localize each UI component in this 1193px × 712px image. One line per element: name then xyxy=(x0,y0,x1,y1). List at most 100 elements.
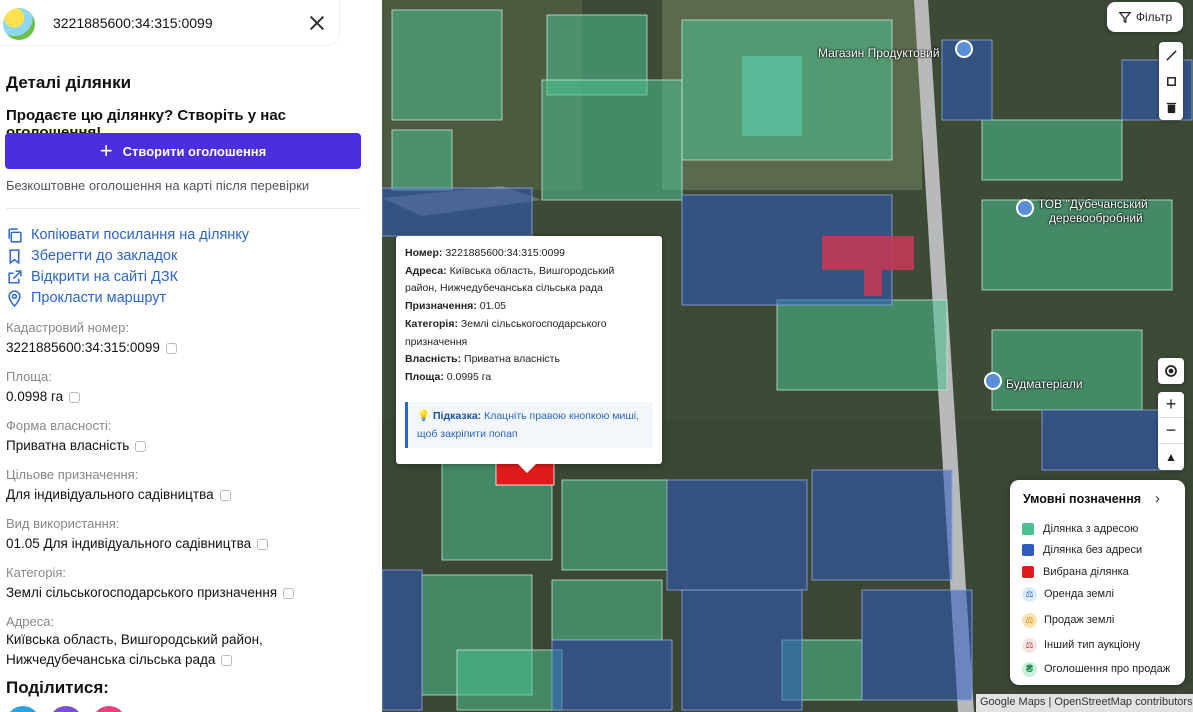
bookmark-label: Зберегти до закладок xyxy=(31,248,178,264)
ownership-value[interactable]: Приватна власність xyxy=(6,436,147,456)
compass-button[interactable]: ▲ xyxy=(1158,444,1184,470)
geolocate-button[interactable] xyxy=(1158,358,1184,384)
hardware-poi-icon[interactable] xyxy=(984,372,1002,390)
poi-bud-label[interactable]: Будматеріали xyxy=(1006,377,1083,391)
popup-ownership-value: Приватна власність xyxy=(464,353,560,366)
popup-purpose-value: 01.05 xyxy=(479,300,507,313)
filter-button[interactable]: Фільтр xyxy=(1107,2,1183,32)
instagram-share-icon[interactable] xyxy=(92,706,126,712)
copy-icon[interactable] xyxy=(283,587,295,599)
red-swatch xyxy=(1022,566,1034,578)
search-bar: 3221885600:34:315:0099 xyxy=(0,0,340,46)
other-auction-icon: ⚖ xyxy=(1022,637,1037,653)
ownership-label: Форма власності: xyxy=(6,418,112,433)
legend-label: Інший тип аукціону xyxy=(1044,639,1141,651)
usage-text: 01.05 Для індивідуального садівництва xyxy=(6,536,252,551)
app-logo[interactable] xyxy=(3,8,35,40)
purpose-value[interactable]: Для індивідуального садівництва xyxy=(6,485,231,505)
cadastral-text: 3221885600:34:315:0099 xyxy=(6,340,160,355)
lightbulb-icon: 💡 xyxy=(417,409,431,422)
popup-category-label: Категорія: xyxy=(405,317,458,330)
usage-label: Вид використання: xyxy=(6,516,120,531)
purpose-label: Цільове призначення: xyxy=(6,467,139,482)
address-value[interactable]: Київська область, Вишгородський район, Н… xyxy=(6,630,263,670)
location-pin-icon xyxy=(8,289,21,307)
legend-title: Умовні позначення xyxy=(1023,492,1142,506)
category-text: Землі сільськогосподарського призначення xyxy=(6,585,278,600)
factory-poi-icon[interactable] xyxy=(1016,199,1034,217)
telegram-share-icon[interactable] xyxy=(6,706,40,712)
popup-hint-label: Підказка: xyxy=(433,409,482,422)
legend-item-without-address: Ділянка без адреси xyxy=(1022,542,1142,558)
legend-label: Ділянка з адресою xyxy=(1043,523,1139,535)
copy-icon[interactable] xyxy=(69,391,81,403)
popup-number-label: Номер: xyxy=(405,247,443,259)
external-link-icon xyxy=(8,269,22,284)
route-action[interactable]: Прокласти маршрут xyxy=(6,288,166,308)
search-input[interactable]: 3221885600:34:315:0099 xyxy=(53,15,213,31)
legend-item-with-address: Ділянка з адресою xyxy=(1022,521,1138,537)
sale-auction-icon: ⚖ xyxy=(1022,612,1037,628)
legend-label: Ділянка без адреси xyxy=(1043,544,1143,556)
popup-ownership-label: Власність: xyxy=(405,353,462,366)
legend-item-listing: ₴ Оголошення про продаж xyxy=(1022,661,1170,677)
popup-hint: 💡 Підказка: Клацніть правою кнопкою миші… xyxy=(405,401,653,448)
copy-icon[interactable] xyxy=(257,538,269,550)
draw-polygon-button[interactable] xyxy=(1159,68,1183,94)
map-attribution[interactable]: Google Maps | OpenStreetMap contributors xyxy=(976,694,1193,712)
zoom-out-button[interactable]: − xyxy=(1158,418,1184,444)
address-line-2: Нижчедубечанська сільська рада xyxy=(6,652,216,667)
open-dzk-action[interactable]: Відкрити на сайті ДЗК xyxy=(6,267,178,287)
copy-icon[interactable] xyxy=(165,342,177,354)
measure-line-button[interactable] xyxy=(1159,42,1183,68)
viber-share-icon[interactable] xyxy=(49,706,83,712)
bookmark-icon xyxy=(9,248,20,264)
ruler-icon xyxy=(1165,49,1177,61)
trash-icon xyxy=(1166,102,1176,113)
popup-address-line2: район, Нижчедубечанська сільська рада xyxy=(405,282,603,295)
area-label: Площа: xyxy=(6,369,52,384)
crosshair-icon xyxy=(1165,365,1177,377)
delete-drawing-button[interactable] xyxy=(1159,94,1183,120)
hryvnia-icon: ₴ xyxy=(1022,661,1037,677)
parcel-popup[interactable]: Номер: 3221885600:34:315:0099 Адреса: Ки… xyxy=(396,236,662,473)
cadastral-value[interactable]: 3221885600:34:315:0099 xyxy=(6,338,177,358)
copy-icon[interactable] xyxy=(219,489,231,501)
usage-value[interactable]: 01.05 Для індивідуального садівництва xyxy=(6,534,269,554)
legend-item-sale: ⚖ Продаж землі xyxy=(1022,612,1114,628)
legend-label: Продаж землі xyxy=(1044,614,1115,626)
poi-tov-line2[interactable]: деревообробний xyxy=(1049,211,1143,225)
copy-link-label: Копіювати посилання на ділянку xyxy=(31,227,250,243)
area-value[interactable]: 0.0998 га xyxy=(6,387,81,407)
legend-item-selected: Вибрана ділянка xyxy=(1022,564,1129,580)
popup-category-line1: Землі сільськогосподарського xyxy=(460,317,607,330)
poi-store-label[interactable]: Магазин Продуктовий xyxy=(818,46,940,60)
ownership-text: Приватна власність xyxy=(6,438,130,453)
bookmark-action[interactable]: Зберегти до закладок xyxy=(6,246,177,266)
popup-number-value: 3221885600:34:315:0099 xyxy=(445,247,566,259)
popup-address-label: Адреса: xyxy=(405,264,447,277)
free-listing-note: Безкоштовне оголошення на карті після пе… xyxy=(6,178,310,193)
cadastral-label: Кадастровий номер: xyxy=(6,320,129,335)
copy-link-action[interactable]: Копіювати посилання на ділянку xyxy=(6,225,249,245)
legend-label: Оголошення про продаж xyxy=(1044,663,1171,675)
create-listing-label: Створити оголошення xyxy=(122,143,267,159)
chevron-right-icon[interactable]: › xyxy=(1155,490,1160,507)
copy-icon[interactable] xyxy=(221,654,233,666)
purpose-text: Для індивідуального садівництва xyxy=(6,487,214,502)
map-view[interactable]: Магазин Продуктовий ТОВ "Дубечанський де… xyxy=(382,0,1193,712)
zoom-in-button[interactable]: + xyxy=(1158,392,1184,418)
green-swatch xyxy=(1022,523,1034,535)
category-label: Категорія: xyxy=(6,565,67,580)
copy-icon[interactable] xyxy=(135,440,147,452)
category-value[interactable]: Землі сільськогосподарського призначення xyxy=(6,583,295,603)
filter-label: Фільтр xyxy=(1135,10,1173,24)
poi-tov-line1[interactable]: ТОВ "Дубечанський xyxy=(1038,197,1148,211)
route-label: Прокласти маршрут xyxy=(31,290,167,306)
blue-swatch xyxy=(1022,544,1034,556)
plus-icon: + xyxy=(99,138,113,163)
store-poi-icon[interactable] xyxy=(955,40,973,58)
create-listing-button[interactable]: + Створити оголошення xyxy=(5,133,361,169)
popup-hint-line2: щоб закріпити попап xyxy=(417,427,518,440)
close-icon[interactable] xyxy=(303,9,331,37)
